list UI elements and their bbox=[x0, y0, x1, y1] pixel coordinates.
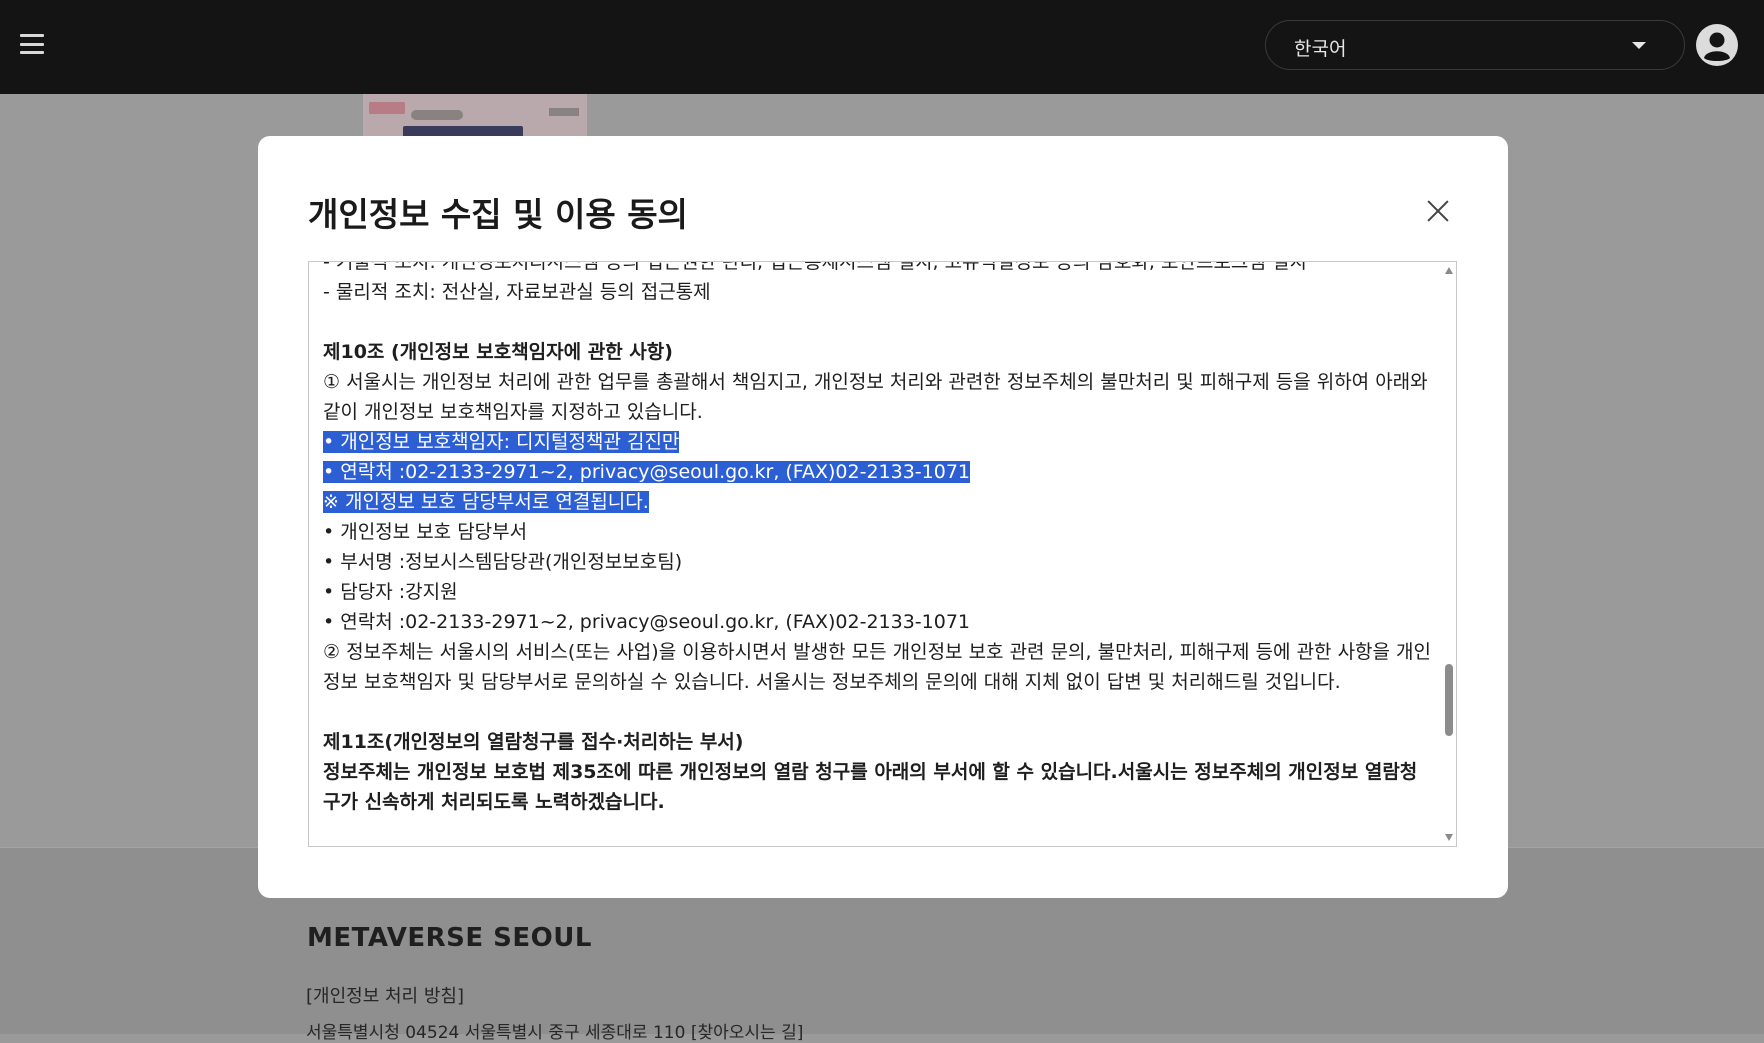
terms-text: - 기술적 조치: 개인정보처리시스템 등의 접근권한 관리, 접근통제시스템 … bbox=[323, 261, 1433, 817]
footer-privacy-policy-link[interactable]: [개인정보 처리 방침] bbox=[306, 982, 464, 1008]
footer-brand: METAVERSE SEOUL bbox=[307, 923, 592, 953]
terms-line: - 기술적 조치: 개인정보처리시스템 등의 접근권한 관리, 접근통제시스템 … bbox=[323, 261, 1307, 273]
selected-text: • 연락처 :02-2133-2971~2, privacy@seoul.go.… bbox=[323, 461, 971, 483]
terms-line: • 부서명 :정보시스템담당관(개인정보보호팀) bbox=[323, 551, 683, 573]
selected-text: • 개인정보 보호책임자: 디지털정책관 김진만 bbox=[323, 431, 680, 453]
terms-line: • 연락처 :02-2133-2971~2, privacy@seoul.go.… bbox=[323, 611, 971, 633]
user-avatar-icon[interactable] bbox=[1696, 24, 1738, 66]
terms-line: • 개인정보 보호 담당부서 bbox=[323, 521, 528, 543]
terms-line: • 담당자 :강지원 bbox=[323, 581, 458, 603]
scrollbar-thumb[interactable] bbox=[1445, 664, 1453, 736]
close-icon[interactable] bbox=[1421, 194, 1455, 228]
terms-paragraph: ① 서울시는 개인정보 처리에 관한 업무를 총괄해서 책임지고, 개인정보 처… bbox=[323, 371, 1428, 423]
language-select[interactable]: 한국어 bbox=[1265, 20, 1685, 70]
terms-paragraph: ② 정보주체는 서울시의 서비스(또는 사업)을 이용하시면서 발생한 모든 개… bbox=[323, 641, 1432, 693]
footer-address: 서울특별시청 04524 서울특별시 중구 세종대로 110 [찾아오시는 길] bbox=[306, 1023, 804, 1043]
scrollbar[interactable] bbox=[1442, 262, 1456, 846]
terms-line: - 물리적 조치: 전산실, 자료보관실 등의 접근통제 bbox=[323, 281, 711, 303]
modal-title: 개인정보 수집 및 이용 동의 bbox=[308, 195, 688, 234]
article-10-title: 제10조 (개인정보 보호책임자에 관한 사항) bbox=[323, 341, 673, 363]
chevron-down-icon bbox=[1632, 42, 1646, 49]
top-navigation-bar: 한국어 bbox=[0, 0, 1764, 94]
selected-text: ※ 개인정보 보호 담당부서로 연결됩니다. bbox=[323, 491, 649, 513]
terms-scroll-area[interactable]: - 기술적 조치: 개인정보처리시스템 등의 접근권한 관리, 접근통제시스템 … bbox=[308, 261, 1457, 847]
scroll-up-arrow-icon[interactable] bbox=[1445, 267, 1453, 274]
article-11-title: 제11조(개인정보의 열람청구를 접수·처리하는 부서) bbox=[323, 731, 744, 753]
terms-paragraph: 정보주체는 개인정보 보호법 제35조에 따른 개인정보의 열람 청구를 아래의… bbox=[323, 761, 1418, 813]
banner-thumbnail-image bbox=[363, 94, 587, 136]
hamburger-menu-icon[interactable] bbox=[20, 34, 44, 54]
language-select-value: 한국어 bbox=[1294, 38, 1347, 60]
scroll-down-arrow-icon[interactable] bbox=[1445, 834, 1453, 841]
privacy-consent-modal: 개인정보 수집 및 이용 동의 - 기술적 조치: 개인정보처리시스템 등의 접… bbox=[258, 136, 1508, 898]
